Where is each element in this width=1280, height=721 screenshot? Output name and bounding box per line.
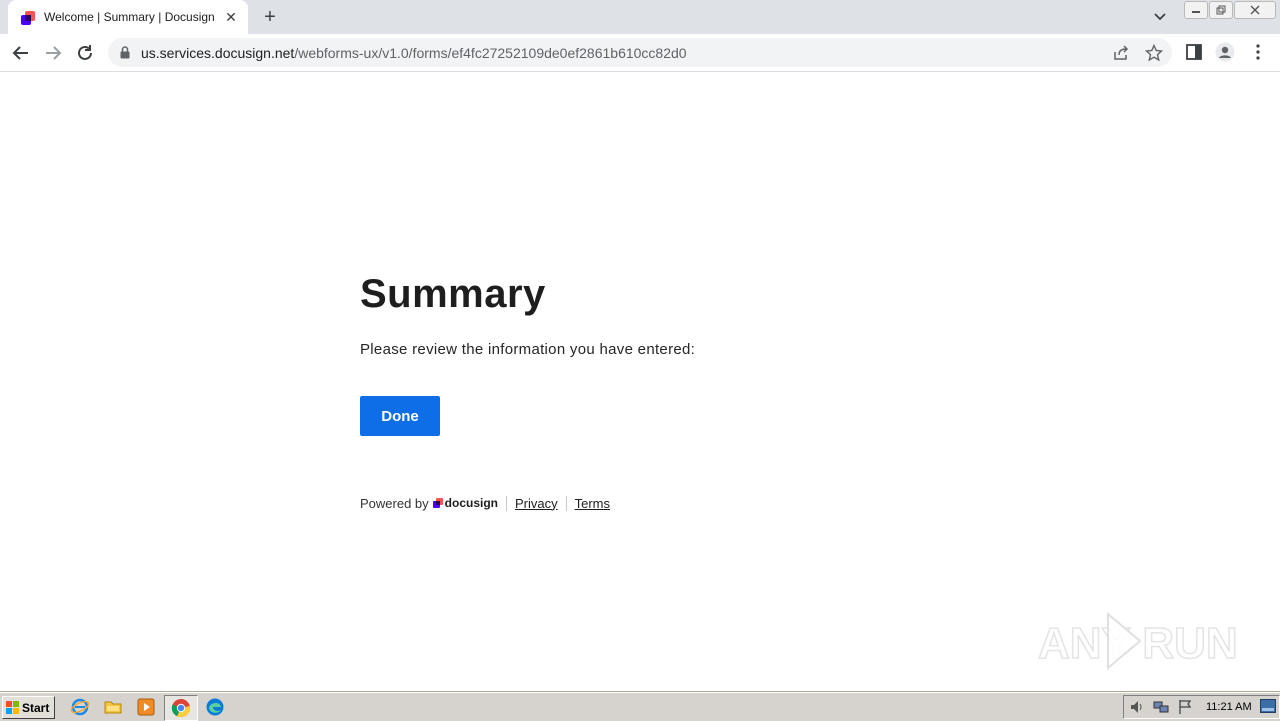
url-text[interactable]: us.services.docusign.net/webforms-ux/v1.… xyxy=(141,45,687,61)
footer-divider xyxy=(506,495,507,511)
reload-icon[interactable] xyxy=(72,40,98,66)
terms-link[interactable]: Terms xyxy=(575,496,610,511)
taskbar-clock[interactable]: 11:21 AM xyxy=(1206,701,1252,713)
network-icon[interactable] xyxy=(1153,699,1169,715)
window-close-icon[interactable] xyxy=(1234,1,1276,19)
forward-arrow-icon[interactable] xyxy=(40,40,66,66)
minimize-icon[interactable] xyxy=(1184,1,1208,19)
start-button[interactable]: Start xyxy=(2,696,55,719)
media-player-icon[interactable] xyxy=(136,697,156,717)
file-explorer-folder-icon[interactable] xyxy=(103,697,123,717)
docusign-logo[interactable]: docusign xyxy=(432,496,498,510)
start-label: Start xyxy=(22,700,50,715)
address-bar[interactable]: us.services.docusign.net/webforms-ux/v1.… xyxy=(108,38,1172,67)
url-host: us.services.docusign.net xyxy=(141,45,295,61)
page-content: Summary Please review the information yo… xyxy=(0,72,1280,691)
anyrun-watermark: ANY RUN xyxy=(1037,611,1236,671)
share-icon[interactable] xyxy=(1112,44,1130,62)
system-tray xyxy=(1123,695,1280,719)
docusign-logo-text: docusign xyxy=(444,496,498,510)
internet-explorer-icon[interactable] xyxy=(70,697,90,717)
chrome-taskbar-button[interactable] xyxy=(164,695,198,721)
tab-title: Welcome | Summary | Docusign xyxy=(44,10,215,24)
page-footer: Powered by docusign Privacy Terms xyxy=(360,494,610,512)
instructions-text: Please review the information you have e… xyxy=(360,341,696,358)
browser-toolbar: us.services.docusign.net/webforms-ux/v1.… xyxy=(0,34,1280,72)
windows-logo-icon xyxy=(6,700,19,714)
docusign-logo-icon xyxy=(432,498,443,508)
lock-icon[interactable] xyxy=(120,46,130,59)
windows-taskbar: Start 11:21 AM xyxy=(0,692,1280,721)
restore-icon[interactable] xyxy=(1209,1,1233,19)
tab-search-chevron-icon[interactable] xyxy=(1150,8,1170,26)
chrome-icon xyxy=(171,699,191,718)
tab-close-icon[interactable]: ✕ xyxy=(222,8,240,26)
profile-avatar-icon[interactable] xyxy=(1215,42,1235,62)
browser-menu-kebab-icon[interactable] xyxy=(1248,42,1268,62)
powered-by-text: Powered by xyxy=(360,495,429,511)
back-arrow-icon[interactable] xyxy=(8,40,34,66)
browser-tab[interactable]: Welcome | Summary | Docusign ✕ xyxy=(8,0,248,34)
bookmark-star-icon[interactable] xyxy=(1145,44,1163,62)
volume-icon[interactable] xyxy=(1129,699,1145,715)
tab-strip: Welcome | Summary | Docusign ✕ + xyxy=(0,0,1280,34)
action-center-flag-icon[interactable] xyxy=(1177,699,1193,715)
show-desktop-icon[interactable] xyxy=(1260,699,1276,713)
side-panel-icon[interactable] xyxy=(1184,42,1204,62)
docusign-favicon-icon xyxy=(21,11,35,25)
url-path: /webforms-ux/v1.0/forms/ef4fc27252109de0… xyxy=(294,45,687,61)
privacy-link[interactable]: Privacy xyxy=(515,496,558,511)
page-title: Summary xyxy=(360,272,546,316)
edge-icon[interactable] xyxy=(205,697,225,717)
footer-divider xyxy=(565,495,567,511)
done-button[interactable]: Done xyxy=(360,396,440,436)
new-tab-icon[interactable]: + xyxy=(258,5,282,29)
